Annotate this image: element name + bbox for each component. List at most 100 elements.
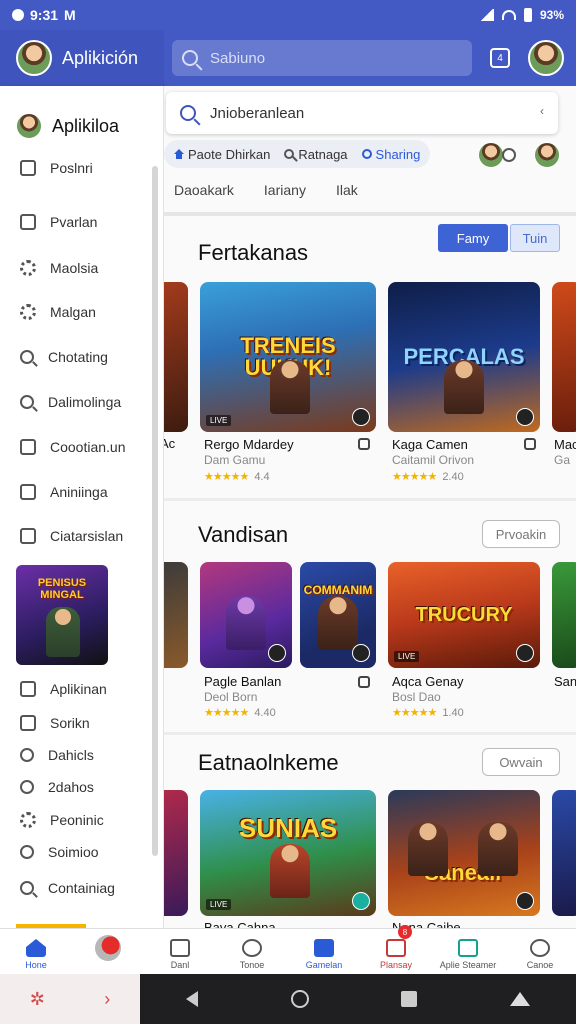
gear-icon <box>20 304 36 320</box>
star-rating: ★★★★★ <box>204 471 249 483</box>
gear-icon <box>20 260 36 276</box>
back-icon[interactable] <box>186 991 199 1007</box>
chip-label: Sharing <box>375 146 421 162</box>
home-button-icon[interactable] <box>290 990 309 1008</box>
subtab[interactable]: Daoakark <box>174 182 234 198</box>
signal-icon <box>479 9 494 21</box>
drawer-item[interactable]: 2dahos <box>0 779 94 795</box>
header-search[interactable]: Sabiuno <box>172 40 472 76</box>
drawer-art-title: PENISUS MINGAL <box>37 577 87 601</box>
home-icon <box>26 939 46 957</box>
section-more-button[interactable]: Prvoakin <box>482 520 560 548</box>
recents-icon[interactable] <box>401 991 418 1007</box>
drawer-item[interactable]: Maolsia <box>0 260 98 276</box>
tabs-icon[interactable]: 4 <box>490 48 510 68</box>
drawer-item[interactable]: Malgan <box>0 304 96 320</box>
content-search-input[interactable]: Jnioberanlean ‹ <box>166 92 558 134</box>
game-card-art: SUNIAS LIVE <box>200 790 376 916</box>
drawer-item[interactable]: Sorikn <box>0 715 90 731</box>
game-card-title: Aqca Genay <box>392 674 464 689</box>
drawer-game-art[interactable]: PENISUS MINGAL <box>16 565 108 665</box>
search-placeholder: Sabiuno <box>210 49 266 67</box>
eject-icon[interactable] <box>509 992 530 1006</box>
nav-label: Gamelan <box>305 960 343 970</box>
share-icon <box>361 149 372 159</box>
profile-avatar[interactable] <box>528 40 564 76</box>
bookmark-icon[interactable] <box>524 438 536 450</box>
game-card-art: Sanealr <box>388 790 540 916</box>
drawer-item[interactable]: Containiag <box>0 880 115 896</box>
platform-icon <box>352 644 370 662</box>
app-identity[interactable]: Aplikición <box>0 30 164 86</box>
nav-profile[interactable]: Canoe <box>504 929 576 974</box>
game-art-title: SUNIAS <box>238 813 338 843</box>
chevron-right-icon[interactable]: › <box>104 989 110 1010</box>
nav-games[interactable]: Gamelan <box>288 929 360 974</box>
square-icon <box>20 715 36 731</box>
drawer-item[interactable]: Ciatarsislan <box>0 528 123 544</box>
avatar <box>16 113 42 139</box>
drawer-item[interactable]: Pvarlan <box>0 214 97 230</box>
platform-icon <box>516 892 534 910</box>
drawer-item[interactable]: Aplikinan <box>0 681 107 697</box>
drawer-item[interactable]: Soimioo <box>0 844 99 860</box>
nav-record[interactable] <box>72 929 144 974</box>
nav-home[interactable]: Hone <box>0 929 72 974</box>
main-content: Jnioberanlean ‹ Paote Dhirkan Ratnaga Sh… <box>164 86 576 928</box>
rating: ★★★★★ 2.40 <box>392 470 464 483</box>
nav-label: Hone <box>25 960 47 970</box>
platform-icon <box>516 408 534 426</box>
game-card-title: Bava Cahna <box>204 920 276 928</box>
avatar[interactable] <box>16 40 52 76</box>
drawer-item[interactable]: Poslnri <box>0 160 93 176</box>
game-card-art <box>552 282 576 432</box>
game-card-art <box>164 282 188 432</box>
bookmark-icon[interactable] <box>358 676 370 688</box>
nav-play[interactable]: 8 Plansay <box>360 925 432 974</box>
game-art-title: COMMANIM <box>303 583 373 597</box>
nav-library[interactable]: Danl <box>144 929 216 974</box>
drawer-item-label: Peoninic <box>50 812 104 828</box>
sub-tabs: Daoakark Iariany Ilak <box>174 182 358 198</box>
chip[interactable]: Ratnaga <box>284 147 348 162</box>
drawer-item[interactable]: Chotating <box>0 349 108 365</box>
chip[interactable]: Sharing <box>361 146 421 162</box>
section-primary-button[interactable]: Famy <box>438 224 508 252</box>
game-card-art <box>164 562 188 668</box>
drawer-item[interactable]: Aniniinga <box>0 484 108 500</box>
drawer-item[interactable]: Dalimolinga <box>0 394 121 410</box>
status-icon <box>502 148 516 162</box>
chip[interactable]: Paote Dhirkan <box>174 147 270 162</box>
section-secondary-button[interactable]: Tuin <box>510 224 560 252</box>
status-indicator: M <box>64 7 76 23</box>
square-icon <box>20 484 36 500</box>
art-badge: LIVE <box>206 415 232 426</box>
nav-search[interactable]: Tonoe <box>216 929 288 974</box>
drawer-item[interactable]: Dahicls <box>0 747 94 763</box>
bookmark-icon[interactable] <box>358 438 370 450</box>
platform-icon <box>352 892 370 910</box>
content-search-text: Jnioberanlean <box>210 104 305 122</box>
more-icon[interactable]: ‹ <box>540 104 544 118</box>
drawer-scrollbar[interactable] <box>152 166 158 856</box>
subtab[interactable]: Iariany <box>264 182 306 198</box>
battery-icon <box>523 8 532 22</box>
drawer-profile[interactable]: Aplikiloa <box>0 86 163 148</box>
search-icon <box>20 881 34 895</box>
drawer-item[interactable]: Peoninic <box>0 812 104 828</box>
section-title: Fertakanas <box>198 240 309 265</box>
section-more-button[interactable]: Owvain <box>482 748 560 776</box>
drawer-item[interactable]: Coootian.un <box>0 439 126 455</box>
game-card-art: COMMANIM <box>300 562 376 668</box>
status-bar: 9:31 M 93% <box>0 0 576 30</box>
gamepad-icon <box>314 939 334 957</box>
game-card-art: PERCALAS <box>388 282 540 432</box>
game-card-art: TRENEIS UUKUK! LIVE <box>200 282 376 432</box>
friend-avatar[interactable] <box>478 142 504 168</box>
nav-apps[interactable]: Aplie Steamer <box>432 929 504 974</box>
bug-icon[interactable]: ✲ <box>30 989 45 1010</box>
subtab[interactable]: Ilak <box>336 182 358 198</box>
drawer-item-label: Maolsia <box>50 260 99 276</box>
friend-avatar[interactable] <box>534 142 560 168</box>
drawer-item-label: Ciatarsislan <box>50 528 124 544</box>
